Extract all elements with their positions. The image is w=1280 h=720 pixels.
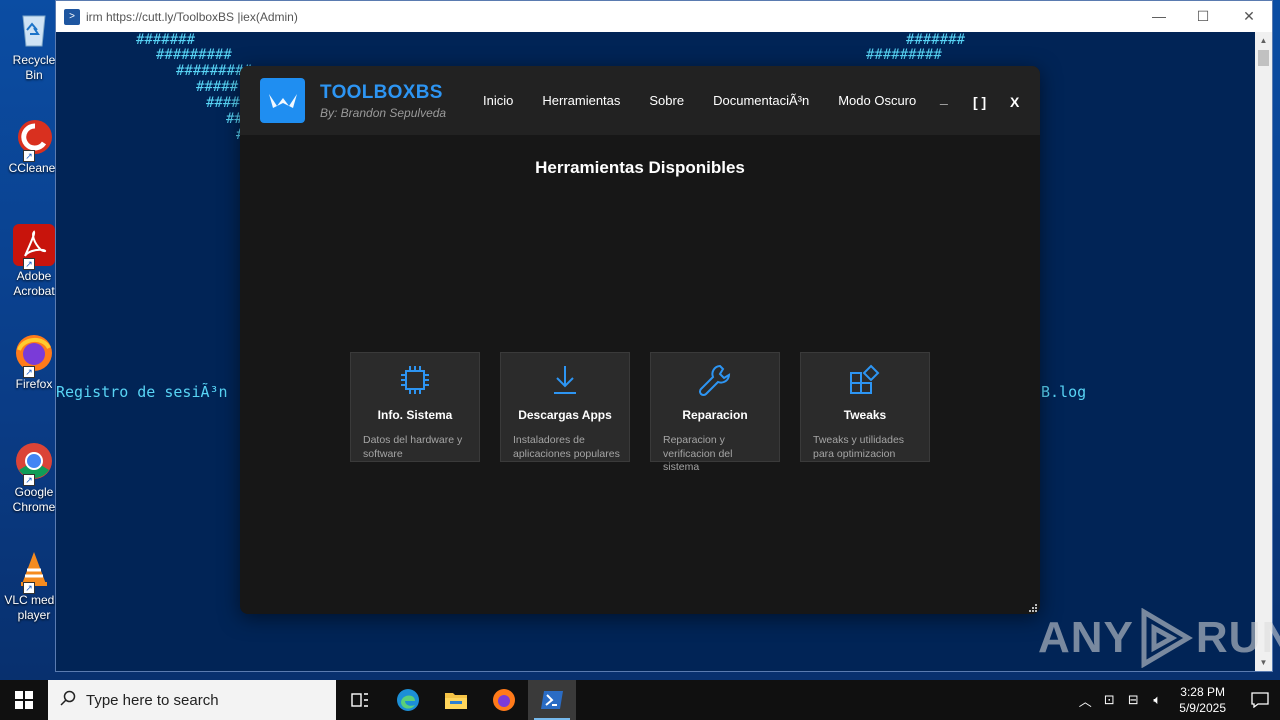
folder-icon <box>445 693 467 709</box>
clock[interactable]: 3:28 PM 5/9/2025 <box>1179 684 1226 716</box>
brand-title: TOOLBOXBS <box>320 81 443 103</box>
ccleaner-icon: ↗ <box>13 116 55 162</box>
wrench-icon <box>651 363 779 397</box>
desktop-icon-label: Recycle Bin <box>12 53 56 82</box>
vlc-icon: ↗ <box>13 548 55 594</box>
recycle-bin-icon <box>13 8 55 50</box>
page-title: Herramientas Disponibles <box>535 158 745 177</box>
windows-logo-icon <box>15 691 33 709</box>
card-title: Descargas Apps <box>518 408 612 422</box>
app-header: TOOLBOXBS By: Brandon Sepulveda Inicio H… <box>240 66 1040 135</box>
powershell-titlebar[interactable]: > irm https://cutt.ly/ToolboxBS |iex(Adm… <box>56 1 1272 32</box>
play-logo-icon <box>1141 608 1193 668</box>
anyrun-watermark: ANY RUN <box>1038 608 1280 668</box>
tweaks-icon <box>801 363 929 397</box>
console-line: ####### <box>136 32 196 48</box>
close-button[interactable]: ✕ <box>1226 1 1272 32</box>
chrome-icon: ↗ <box>13 440 55 486</box>
tool-cards: Info. Sistema Datos del hardware y softw… <box>350 352 950 473</box>
search-placeholder: Type here to search <box>86 691 219 709</box>
taskbar-file-explorer[interactable] <box>432 680 480 720</box>
nav-item-modo-oscuro[interactable]: Modo Oscuro <box>838 93 916 108</box>
network-icon[interactable]: ⊟ <box>1121 692 1145 708</box>
app-minimize-button[interactable]: _ <box>940 90 948 106</box>
system-tray: ︿ ⊡ ⊟ 🔈︎ 3:28 PM 5/9/2025 <box>1073 680 1280 720</box>
download-icon <box>501 363 629 397</box>
nav-item-sobre[interactable]: Sobre <box>649 93 684 108</box>
watermark-text: ANY <box>1038 613 1134 662</box>
scroll-up-icon[interactable]: ▲ <box>1255 32 1272 49</box>
console-line: Registro de sesiÃ³n <box>56 383 228 401</box>
device-icon[interactable]: ⊡ <box>1097 692 1121 708</box>
notifications-button[interactable] <box>1240 680 1280 720</box>
nav-item-inicio[interactable]: Inicio <box>483 93 513 108</box>
app-close-button[interactable]: X <box>1010 94 1019 110</box>
console-line: ####### <box>906 32 966 48</box>
nav-item-documentacion[interactable]: DocumentaciÃ³n <box>713 93 809 108</box>
console-line: ######### <box>156 47 232 63</box>
brand: TOOLBOXBS By: Brandon Sepulveda <box>320 82 446 120</box>
vertical-scrollbar[interactable]: ▲ ▼ <box>1255 32 1272 671</box>
clock-time: 3:28 PM <box>1180 685 1225 699</box>
desktop-icon-label: Firefox <box>15 377 53 391</box>
task-view-icon <box>351 693 368 707</box>
powershell-icon: > <box>64 8 80 25</box>
card-title: Reparacion <box>682 408 748 422</box>
card-description: Instaladores de aplicaciones populares <box>513 434 620 460</box>
volume-icon[interactable]: 🔈︎ <box>1145 692 1169 708</box>
edge-icon <box>397 689 419 711</box>
start-button[interactable] <box>0 680 48 720</box>
adobe-acrobat-icon: ↗ <box>13 224 55 270</box>
search-icon <box>60 690 76 711</box>
taskbar-edge[interactable] <box>384 680 432 720</box>
desktop-icon-label: CCleaner <box>8 161 60 175</box>
console-line: B.log <box>1041 383 1087 401</box>
desktop-icon-label: Adobe Acrobat <box>13 269 55 298</box>
firefox-icon: ↗ <box>13 332 55 378</box>
scrollbar-thumb[interactable] <box>1258 50 1269 66</box>
clock-date: 5/9/2025 <box>1179 701 1226 715</box>
powershell-icon <box>541 691 563 709</box>
powershell-title: irm https://cutt.ly/ToolboxBS |iex(Admin… <box>86 9 298 24</box>
watermark-text: RUN <box>1195 613 1280 662</box>
card-info-sistema[interactable]: Info. Sistema Datos del hardware y softw… <box>350 352 480 462</box>
app-maximize-button[interactable]: [ ] <box>973 94 986 110</box>
task-view-button[interactable] <box>336 680 384 720</box>
card-description: Tweaks y utilidades para optimizacion <box>813 434 905 460</box>
taskbar: Type here to search ︿ ⊡ ⊟ 🔈︎ 3:28 PM 5/9… <box>0 680 1280 720</box>
console-line: ######### <box>866 47 942 63</box>
app-nav: Inicio Herramientas Sobre DocumentaciÃ³n… <box>483 66 945 135</box>
minimize-button[interactable]: — <box>1136 1 1182 32</box>
notification-icon <box>1251 692 1269 708</box>
card-tweaks[interactable]: Tweaks Tweaks y utilidades para optimiza… <box>800 352 930 462</box>
card-title: Tweaks <box>843 408 887 422</box>
card-description: Reparacion y verificacion del sistema <box>663 434 733 473</box>
card-reparacion[interactable]: Reparacion Reparacion y verificacion del… <box>650 352 780 473</box>
firefox-icon <box>493 689 515 711</box>
card-title: Info. Sistema <box>377 408 453 422</box>
nav-item-herramientas[interactable]: Herramientas <box>542 93 620 108</box>
maximize-button[interactable]: ☐ <box>1180 1 1226 32</box>
desktop-icon-label: Google Chrome <box>12 485 56 514</box>
taskbar-search[interactable]: Type here to search <box>48 680 336 720</box>
card-description: Datos del hardware y software <box>363 434 463 460</box>
taskbar-firefox[interactable] <box>480 680 528 720</box>
toolbox-app-window[interactable]: TOOLBOXBS By: Brandon Sepulveda Inicio H… <box>240 66 1040 614</box>
brand-subtitle: By: Brandon Sepulveda <box>320 105 447 120</box>
console-line: ##### <box>196 79 239 95</box>
taskbar-powershell[interactable] <box>528 680 576 720</box>
chip-icon <box>351 363 479 397</box>
chevron-up-icon[interactable]: ︿ <box>1073 691 1097 710</box>
card-descargas-apps[interactable]: Descargas Apps Instaladores de aplicacio… <box>500 352 630 462</box>
resize-grip-icon[interactable] <box>1027 601 1037 612</box>
toolbox-logo-icon <box>260 78 305 123</box>
